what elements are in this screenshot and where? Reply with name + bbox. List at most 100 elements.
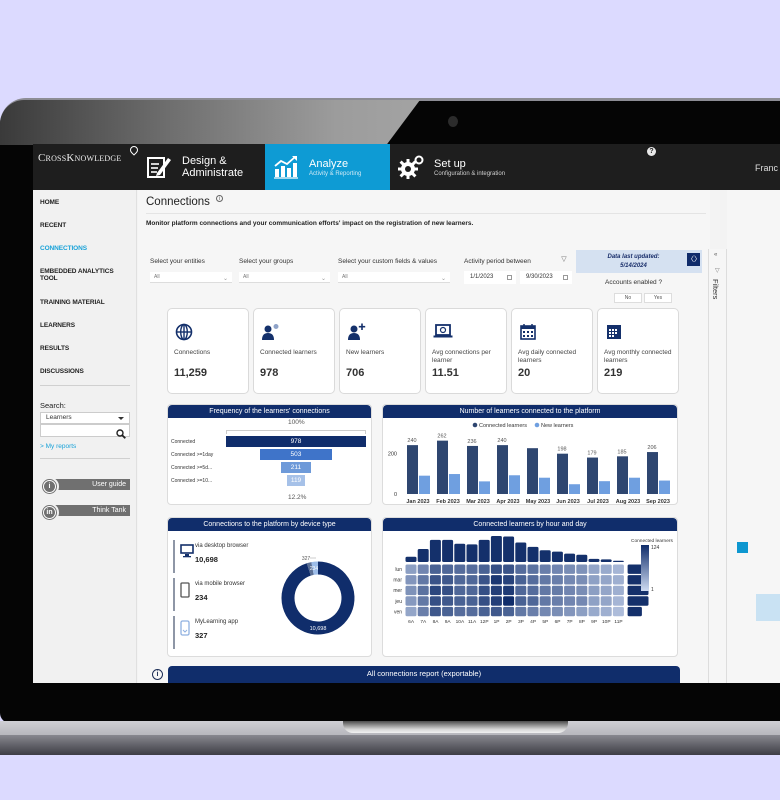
period-end-date[interactable]: 9/30/2023 — [520, 271, 572, 284]
period-end-value: 9/30/2023 — [526, 274, 553, 280]
column-total-bar — [539, 550, 551, 562]
nav-tab-analyze[interactable]: Analyze Activity & Reporting — [265, 144, 390, 190]
heatmap-cell — [417, 585, 429, 596]
bar-value-label: 236 — [467, 439, 476, 445]
heatmap-cell — [478, 564, 490, 574]
heatmap-cell — [466, 575, 478, 585]
info-icon[interactable]: i — [216, 195, 223, 202]
accent-rect — [756, 594, 780, 621]
heatmap-cell — [600, 596, 612, 606]
kpi-label: New learners — [346, 349, 385, 356]
column-total-bar — [417, 549, 429, 562]
heatmap-cell — [600, 606, 612, 617]
sidebar-item-results[interactable]: RESULTS — [40, 345, 69, 352]
heatmap-cell — [490, 606, 502, 617]
heatmap-cell — [503, 575, 515, 585]
row-total-bar — [627, 596, 649, 606]
entities-filter-label: Select your entities — [150, 258, 205, 265]
donut-label-app: 327 — [302, 556, 311, 562]
heatmap-cell — [576, 575, 588, 585]
gears-icon — [396, 152, 426, 182]
bezel-reflection — [0, 100, 420, 145]
sidebar-item-embedded-analytics[interactable]: EMBEDDED ANALYTICS TOOL — [40, 268, 114, 282]
bar-new-learners — [479, 481, 490, 494]
nav-tab-setup[interactable]: Set up Configuration & integration — [390, 144, 550, 190]
search-type-select[interactable]: Learners — [40, 412, 130, 424]
sidebar-item-learners[interactable]: LEARNERS — [40, 322, 75, 329]
help-icon[interactable]: ? — [647, 147, 656, 156]
kpi-card-avg-connections: Avg connections per learner 11.51 — [425, 308, 507, 394]
heatmap-cell — [417, 596, 429, 606]
heatmap-cell — [417, 575, 429, 585]
funnel-bar[interactable]: 119 — [287, 475, 305, 486]
heatmap-x-label: 5P — [542, 619, 548, 625]
sidebar-item-discussions[interactable]: DISCUSSIONS — [40, 368, 84, 375]
donut-slice — [281, 561, 355, 635]
user-guide-button[interactable]: User guide i — [40, 477, 130, 496]
period-start-date[interactable]: 1/1/2023 — [464, 271, 516, 284]
heatmap-x-label: 9A — [445, 619, 452, 625]
sidebar-item-connections[interactable]: CONNECTIONS — [40, 245, 87, 252]
heatmap-cell — [429, 575, 441, 585]
bar-new-learners — [509, 475, 520, 494]
kpi-label: Avg connections per learner — [432, 349, 491, 364]
nav-tab-title: Set up — [434, 157, 466, 170]
sidebar-item-home[interactable]: HOME — [40, 199, 59, 206]
funnel-bar[interactable]: 211 — [280, 462, 312, 473]
think-tank-button[interactable]: Think Tank in — [40, 503, 130, 522]
clear-filters-icon[interactable]: 〈〉 — [687, 253, 701, 266]
user-menu[interactable]: Franc — [755, 163, 778, 173]
heatmap-cell — [527, 564, 539, 574]
filter-icon[interactable]: ▽ — [558, 254, 570, 266]
laptop-base-lower — [0, 735, 780, 755]
entities-filter-select[interactable]: All ⌄ — [150, 272, 232, 283]
heatmap-cell — [503, 564, 515, 574]
think-tank-label: Think Tank — [50, 505, 130, 516]
search-input[interactable] — [40, 424, 130, 439]
x-tick-label: Feb 2023 — [436, 499, 460, 505]
heatmap-legend-scale — [641, 545, 649, 591]
collapse-chevron-icon[interactable]: « — [714, 252, 717, 258]
heatmap-cell — [454, 585, 466, 596]
groups-filter-select[interactable]: All ⌄ — [239, 272, 330, 283]
heatmap-x-label: 11A — [468, 619, 477, 625]
bar-chart: Connected learners New learners 0 200 240 Jan… — [388, 422, 670, 505]
my-reports-link[interactable]: > My reports — [40, 443, 76, 450]
heatmap-cell — [564, 596, 576, 606]
funnel-bar[interactable]: 978 — [226, 436, 366, 447]
heatmap-cell — [539, 575, 551, 585]
page-title: Connections — [146, 196, 210, 208]
data-updated-label: Data last updated: — [607, 254, 660, 260]
heatmap-cell — [588, 585, 600, 596]
bar-connected-learners — [467, 445, 478, 494]
calendar-icon[interactable] — [507, 275, 512, 280]
info-icon[interactable]: i — [152, 669, 163, 680]
heatmap-cell — [576, 564, 588, 574]
custom-fields-filter-select[interactable]: All ⌄ — [338, 272, 450, 283]
column-total-bar — [564, 553, 576, 562]
accounts-enabled-no[interactable]: No — [614, 293, 642, 303]
data-updated-date: 5/14/2024 — [620, 263, 647, 269]
chevron-down-icon: ⌄ — [440, 276, 446, 282]
accounts-enabled-yes[interactable]: Yes — [644, 293, 672, 303]
data-last-updated-banner: Data last updated: 5/14/2024 〈〉 — [576, 250, 702, 273]
bar-new-learners — [569, 484, 580, 494]
chevron-down-icon: ⌄ — [222, 276, 228, 282]
kpi-label: Avg daily connected learners — [518, 349, 577, 364]
funnel-top-percent: 100% — [288, 419, 305, 426]
sidebar-item-training-material[interactable]: TRAINING MATERIAL — [40, 299, 105, 306]
x-tick-label: Aug 2023 — [616, 499, 640, 505]
filters-pane[interactable]: « ▽ Filters — [708, 249, 727, 683]
bar-connected-learners — [407, 445, 418, 494]
search-icon[interactable] — [116, 426, 126, 444]
mobile-app-icon — [180, 620, 190, 641]
x-tick-label: Sep 2023 — [646, 499, 670, 505]
crossknowledge-logo[interactable]: CrossKnowledge — [38, 144, 140, 164]
funnel-scale-line — [226, 430, 366, 434]
kpi-card-new-learners: New learners 706 — [339, 308, 421, 394]
funnel-bar[interactable]: 503 — [259, 449, 332, 460]
calendar-icon[interactable] — [563, 275, 568, 280]
chevron-down-icon — [118, 417, 124, 420]
sidebar-item-recent[interactable]: RECENT — [40, 222, 66, 229]
nav-tab-design[interactable]: Design & Administrate — [138, 144, 265, 190]
